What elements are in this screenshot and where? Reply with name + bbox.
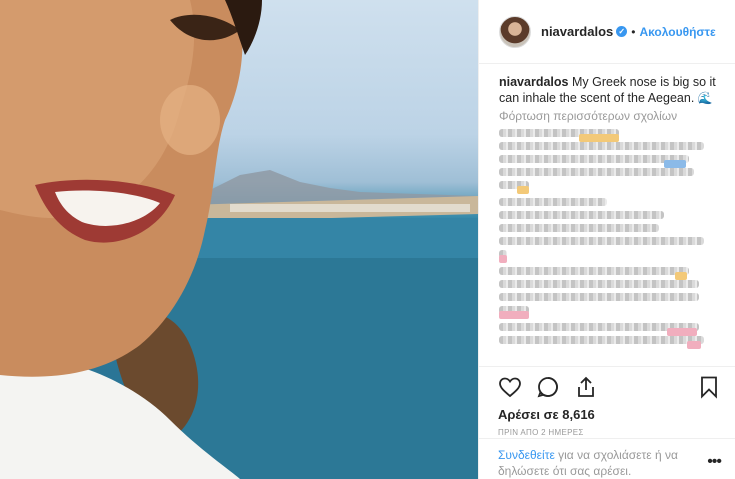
post-actions-section: Αρέσει σε 8,616 ΠΡΙΝ ΑΠΟ 2 ΗΜΕΡΕΣ <box>478 366 735 437</box>
avatar[interactable] <box>499 15 531 48</box>
heart-icon[interactable] <box>498 375 522 399</box>
verified-badge-icon: ✓ <box>616 26 628 37</box>
follow-button[interactable]: Ακολουθήστε <box>639 25 715 39</box>
separator-dot: • <box>631 24 636 39</box>
wave-emoji-icon: 🌊 <box>697 91 713 105</box>
login-prompt-row: Συνδεθείτε για να σχολιάσετε ή να δηλώσε… <box>478 438 735 479</box>
post-photo[interactable] <box>0 0 478 479</box>
post-timestamp[interactable]: ΠΡΙΝ ΑΠΟ 2 ΗΜΕΡΕΣ <box>478 428 735 437</box>
likes-count[interactable]: Αρέσει σε 8,616 <box>478 407 735 422</box>
caption-username[interactable]: niavardalos <box>499 75 568 89</box>
post-caption: niavardalos My Greek nose is big so it c… <box>479 64 735 106</box>
action-icons-row <box>478 367 735 407</box>
blurred-comments-list <box>499 124 721 364</box>
username-link[interactable]: niavardalos <box>541 24 613 39</box>
login-prompt: Συνδεθείτε για να σχολιάσετε ή να δηλώσε… <box>498 447 701 479</box>
load-more-comments-button[interactable]: Φόρτωση περισσότερων σχολίων <box>479 109 735 123</box>
photo-illustration <box>0 0 478 479</box>
post-header: niavardalos ✓ • Ακολουθήστε <box>479 0 735 64</box>
comment-icon[interactable] <box>536 375 560 399</box>
share-icon[interactable] <box>574 375 598 399</box>
bookmark-icon[interactable] <box>697 375 721 399</box>
login-link[interactable]: Συνδεθείτε <box>498 448 555 462</box>
more-options-icon[interactable]: ••• <box>701 454 722 479</box>
